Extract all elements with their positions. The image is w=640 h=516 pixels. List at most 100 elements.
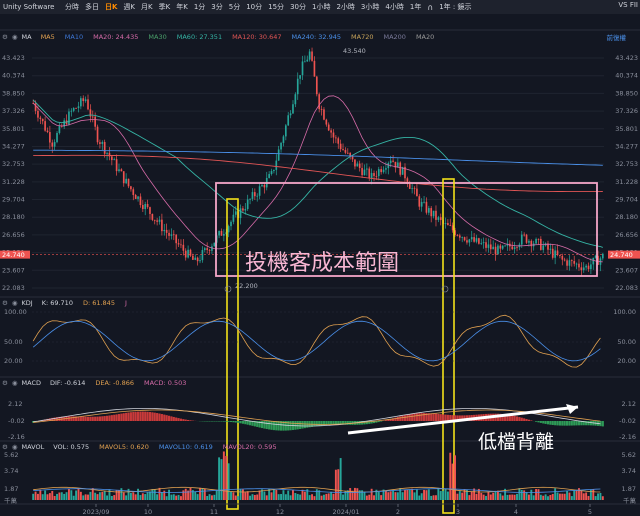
- candle-body: [327, 124, 330, 131]
- macd-histogram-bar: [272, 421, 275, 431]
- macd-histogram-bar: [122, 413, 125, 421]
- candle-body: [194, 257, 197, 260]
- macd-histogram-bar: [403, 415, 407, 421]
- volume-bar: [499, 493, 502, 500]
- x-axis-label: 2024/01: [332, 508, 359, 516]
- candle-body: [175, 234, 178, 244]
- candle-body: [37, 110, 39, 118]
- macd-histogram-bar: [246, 421, 249, 425]
- candle-body: [180, 244, 182, 246]
- settings-icon[interactable]: ⚙: [0, 299, 10, 307]
- settings-icon[interactable]: ⚙: [0, 379, 10, 387]
- volume-bar: [353, 487, 356, 500]
- volume-bar: [65, 492, 68, 500]
- candle-body: [335, 137, 337, 139]
- volume-bar: [172, 494, 175, 500]
- x-axis-label: 10: [144, 508, 152, 516]
- price-tick-right: 35.801: [615, 125, 638, 133]
- candle-body: [456, 235, 459, 236]
- candle-body: [559, 255, 561, 256]
- macd-histogram-bar: [182, 419, 185, 421]
- volume-bar: [599, 492, 602, 500]
- candle-body: [423, 201, 425, 203]
- candle-body: [525, 234, 528, 243]
- candle-body: [182, 244, 185, 251]
- volume-bar: [299, 494, 302, 500]
- settings-icon[interactable]: ⚙: [0, 33, 10, 41]
- candle-body: [149, 207, 151, 214]
- volume-bar: [392, 490, 395, 500]
- candle-body: [323, 109, 325, 120]
- volume-bar: [120, 488, 123, 500]
- candle-body: [425, 201, 428, 213]
- volume-bar: [437, 487, 440, 500]
- macd-tick-right: -0.02: [619, 417, 636, 425]
- volume-bar: [265, 495, 268, 500]
- candle-body: [318, 94, 321, 110]
- candle-body: [315, 76, 318, 95]
- volume-bar: [475, 493, 478, 500]
- macd-histogram-bar: [515, 416, 519, 421]
- macd-histogram-bar: [568, 421, 571, 426]
- eye-icon[interactable]: ◉: [10, 299, 20, 307]
- candle-body: [118, 169, 120, 172]
- volume-bar: [170, 494, 173, 500]
- candle-body: [337, 138, 340, 144]
- kdj-legend-item-0: K: 69.710: [41, 298, 73, 307]
- macd-histogram-bar: [558, 421, 561, 426]
- volume-bar: [156, 494, 159, 500]
- candle-body: [368, 168, 371, 179]
- candle-body: [523, 234, 525, 236]
- settings-icon[interactable]: ⚙: [0, 443, 10, 451]
- adjust-mode[interactable]: 前復權: [607, 32, 627, 42]
- volume-bar: [149, 491, 151, 500]
- volume-bar: [89, 491, 92, 500]
- candle-body: [554, 250, 556, 258]
- volume-bar: [325, 493, 328, 500]
- candle-body: [203, 248, 206, 251]
- ma240-line: [33, 149, 603, 166]
- candle-body: [106, 152, 108, 154]
- volume-bar: [427, 489, 430, 500]
- volume-bar: [435, 495, 437, 500]
- candle-body: [120, 169, 123, 172]
- macd-histogram-bar: [91, 416, 94, 421]
- macd-histogram-bar: [399, 416, 402, 421]
- volume-bar: [582, 493, 585, 500]
- macd-histogram-bar: [520, 417, 523, 421]
- candle-body: [192, 255, 194, 260]
- eye-icon[interactable]: ◉: [10, 33, 20, 41]
- vol-tick-left: 1.87: [4, 485, 18, 493]
- macd-legend-item-1: DEA: -0.866: [95, 378, 135, 387]
- volume-bar: [239, 489, 242, 500]
- candle-body: [551, 248, 554, 258]
- candle-body: [165, 229, 168, 233]
- candle-body: [115, 159, 118, 172]
- candle-body: [537, 238, 540, 240]
- macd-histogram-bar: [420, 413, 423, 421]
- event-marker-1[interactable]: [224, 285, 232, 293]
- eye-icon[interactable]: ◉: [10, 379, 20, 387]
- volume-bar: [194, 491, 197, 500]
- candle-body: [251, 192, 254, 199]
- macd-histogram-bar: [535, 421, 538, 422]
- volume-bar: [79, 491, 82, 500]
- volume-bar: [175, 495, 178, 500]
- candle-body: [132, 189, 135, 195]
- macd-histogram-bar: [134, 411, 137, 421]
- volume-bar: [222, 451, 225, 500]
- candle-body: [308, 51, 311, 60]
- macd-histogram-bar: [146, 411, 149, 421]
- eye-icon[interactable]: ◉: [10, 443, 20, 451]
- volume-bar: [137, 488, 140, 500]
- macd-histogram-bar: [301, 421, 304, 429]
- macd-histogram-bar: [115, 414, 118, 421]
- volume-bar: [282, 490, 285, 500]
- candle-body: [244, 209, 247, 211]
- macd-histogram-bar: [561, 421, 564, 426]
- macd-tick-right: -2.16: [619, 433, 636, 441]
- chart-canvas[interactable]: 43.423 43.423 40.374 40.374 38.850 38.850 37.3…: [0, 0, 640, 516]
- volume-bar: [199, 487, 201, 500]
- candle-body: [280, 142, 282, 150]
- macd-histogram-bar: [153, 412, 156, 421]
